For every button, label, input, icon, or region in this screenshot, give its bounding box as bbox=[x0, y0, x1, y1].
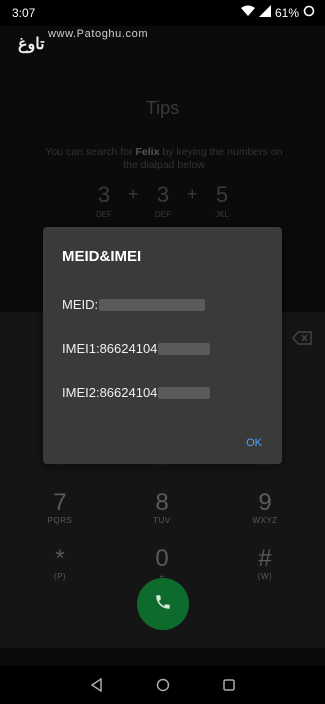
imei2-redacted bbox=[158, 386, 211, 399]
backspace-icon[interactable] bbox=[292, 331, 312, 345]
status-bar: 3:07 61% bbox=[0, 0, 325, 26]
watermark: تاوغ www.Patoghu.com bbox=[8, 26, 208, 56]
key-letters: WXYZ bbox=[252, 516, 278, 525]
key-hash[interactable]: # (W) bbox=[245, 545, 285, 582]
imei1-label: IMEI1:86624104 bbox=[62, 341, 158, 356]
imei2-row: IMEI2:86624104 bbox=[62, 385, 211, 400]
key-digit: 9 bbox=[258, 489, 272, 516]
meid-row: MEID: bbox=[62, 297, 206, 312]
sequence-plus: + bbox=[187, 184, 198, 204]
key-star[interactable]: * (P) bbox=[40, 545, 80, 582]
meid-redacted bbox=[99, 298, 206, 311]
sequence-letters: JKL bbox=[215, 210, 229, 219]
tips-desc-prefix: You can search for bbox=[45, 146, 136, 158]
call-button[interactable] bbox=[137, 578, 189, 630]
tips-desc-name: Felix bbox=[135, 146, 160, 158]
key-digit: 7 bbox=[53, 489, 67, 516]
sequence-letters: DEF bbox=[96, 210, 112, 219]
home-icon[interactable] bbox=[154, 676, 172, 694]
dialog-title: MEID&IMEI bbox=[62, 248, 142, 265]
status-icons: 61% bbox=[240, 5, 315, 20]
key-digit: # bbox=[258, 545, 272, 572]
sequence-digit: 3 bbox=[97, 182, 111, 207]
search-sequence: 3 DEF + 3 DEF + 5 JKL bbox=[0, 182, 325, 222]
signal-icon bbox=[258, 5, 271, 20]
status-time: 3:07 bbox=[12, 6, 36, 20]
sequence-letters: DEF bbox=[155, 210, 171, 219]
key-8[interactable]: 8 TUV bbox=[142, 489, 182, 526]
watermark-url: www.Patoghu.com bbox=[48, 28, 149, 40]
imei2-label: IMEI2:86624104 bbox=[62, 385, 158, 400]
key-digit: 0 bbox=[155, 545, 169, 572]
key-letters: PQRS bbox=[47, 516, 73, 525]
navigation-bar bbox=[0, 666, 325, 704]
key-digit: 8 bbox=[155, 489, 169, 516]
key-0[interactable]: 0 + bbox=[142, 545, 182, 582]
ok-button[interactable]: OK bbox=[246, 437, 262, 449]
tips-title: Tips bbox=[145, 98, 180, 118]
sequence-digit: 5 bbox=[215, 182, 229, 207]
battery-icon bbox=[303, 5, 315, 20]
key-letters: (W) bbox=[257, 572, 273, 581]
sequence-digit: 3 bbox=[156, 182, 170, 207]
key-9[interactable]: 9 WXYZ bbox=[245, 489, 285, 526]
key-digit: * bbox=[55, 545, 65, 572]
back-icon[interactable] bbox=[88, 676, 106, 694]
recents-icon[interactable] bbox=[220, 676, 238, 694]
watermark-logo: تاوغ bbox=[18, 36, 45, 53]
imei1-row: IMEI1:86624104 bbox=[62, 341, 211, 356]
sequence-plus: + bbox=[128, 184, 139, 204]
key-letters: TUV bbox=[153, 516, 171, 525]
wifi-icon bbox=[240, 5, 255, 20]
meid-imei-dialog: MEID&IMEI MEID: IMEI1:86624104 IMEI2:866… bbox=[43, 227, 282, 464]
key-7[interactable]: 7 PQRS bbox=[40, 489, 80, 526]
imei1-redacted bbox=[158, 342, 211, 355]
key-letters: (P) bbox=[53, 572, 67, 581]
battery-percent: 61% bbox=[274, 5, 299, 20]
phone-icon bbox=[154, 593, 172, 616]
tips-description: You can search for Felix by keying the n… bbox=[40, 146, 288, 172]
meid-label: MEID: bbox=[62, 297, 99, 312]
